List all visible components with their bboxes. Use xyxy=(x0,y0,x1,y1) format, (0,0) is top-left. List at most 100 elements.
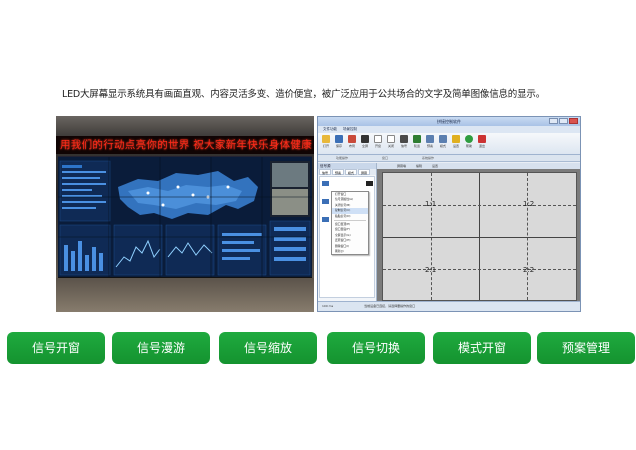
ribbon-toolbar: 打开 保存 布局 全屏 开窗 关闭 信号 轮巡 预案 模式 设置 帮助 退出 xyxy=(318,133,580,155)
window-icon xyxy=(374,135,382,143)
grid-icon xyxy=(361,135,369,143)
ribbon-groups: 功能操作 窗口 系统操作 xyxy=(318,155,580,162)
ceiling xyxy=(56,116,314,138)
ribbon-label: 退出 xyxy=(478,144,485,148)
ribbon-label: 轮巡 xyxy=(413,144,420,148)
ribbon-fullscreen-button[interactable]: 全屏 xyxy=(360,135,370,148)
close-window-icon xyxy=(387,135,395,143)
menu-item[interactable]: 文件功能 xyxy=(323,126,337,133)
grid-divider xyxy=(383,205,576,206)
pane-tab[interactable]: 模式 xyxy=(345,169,358,175)
grid-tab[interactable]: 编辑 xyxy=(416,163,422,169)
screen-wall-grid[interactable]: 1:1 1:2 2:1 2:2 xyxy=(382,172,577,301)
window-titlebar: 拼接控制软件 xyxy=(318,117,580,126)
exit-icon xyxy=(478,135,486,143)
signal-open-button[interactable]: 信号开窗 xyxy=(7,332,105,364)
control-software-window: 拼接控制软件 文件功能 场景控制 打开 保存 布局 全屏 开窗 关闭 信号 轮巡… xyxy=(317,116,581,312)
grid-tab[interactable]: 设置 xyxy=(432,163,438,169)
screen-cell-label[interactable]: 2:2 xyxy=(523,266,534,274)
status-bar: 100 ms 当前设备已连接，请选择要操作的窗口 xyxy=(318,301,580,311)
pane-tab[interactable]: 预案 xyxy=(332,169,345,175)
floor xyxy=(56,278,314,312)
menu-item[interactable]: 场景控制 xyxy=(343,126,357,133)
context-menu: 打开窗口 信号源属性(A) 关闭信号(B) 复制信号(C) 粘贴信号(D) 窗口… xyxy=(331,191,369,255)
ribbon-layout-button[interactable]: 布局 xyxy=(347,135,357,148)
screen-wall-area: 屏幕墙 编辑 设置 1:1 1:2 2:1 2:2 xyxy=(377,163,580,303)
ribbon-openwin-button[interactable]: 开窗 xyxy=(373,135,383,148)
led-wall-photo: 用我们的行动点亮你的世界 祝大家新年快乐身体健康 xyxy=(56,116,314,312)
grid-tab[interactable]: 屏幕墙 xyxy=(397,163,406,169)
signal-zoom-button[interactable]: 信号缩放 xyxy=(219,332,317,364)
grid-divider xyxy=(383,269,576,270)
ribbon-group-label: 系统操作 xyxy=(422,156,435,160)
window-controls xyxy=(549,118,578,124)
pane-tab[interactable]: 信号 xyxy=(319,169,332,175)
signal-source-icon[interactable] xyxy=(322,217,329,222)
ribbon-label: 开窗 xyxy=(374,144,381,148)
layout-icon xyxy=(348,135,356,143)
grid-divider xyxy=(383,237,576,238)
led-ticker: 用我们的行动点亮你的世界 祝大家新年快乐身体健康 xyxy=(56,136,314,154)
monitor-icon xyxy=(426,135,434,143)
ribbon-exit-button[interactable]: 退出 xyxy=(477,135,487,148)
maximize-icon[interactable] xyxy=(559,118,568,124)
ribbon-plan-button[interactable]: 预案 xyxy=(425,135,435,148)
signal-source-icon[interactable] xyxy=(322,199,329,204)
ribbon-label: 布局 xyxy=(348,144,355,148)
ribbon-label: 设置 xyxy=(452,144,459,148)
ribbon-label: 帮助 xyxy=(465,144,472,148)
menubar: 文件功能 场景控制 xyxy=(318,126,580,133)
ribbon-label: 信号 xyxy=(400,144,407,148)
feature-button-row: 信号开窗 信号漫游 信号缩放 信号切换 模式开窗 预案管理 xyxy=(0,332,636,364)
context-menu-item[interactable]: 粘贴信号(D) xyxy=(332,214,368,219)
help-icon xyxy=(465,135,473,143)
folder-icon xyxy=(322,135,330,143)
tour-icon xyxy=(413,135,421,143)
signal-tree: 打开窗口 信号源属性(A) 关闭信号(B) 复制信号(C) 粘贴信号(D) 窗口… xyxy=(319,176,375,298)
screen-cell-label[interactable]: 1:2 xyxy=(523,200,534,208)
ribbon-label: 预案 xyxy=(426,144,433,148)
ribbon-settings-button[interactable]: 设置 xyxy=(451,135,461,148)
window-title: 拼接控制软件 xyxy=(437,119,461,124)
close-icon[interactable] xyxy=(569,118,578,124)
signal-source-icon[interactable] xyxy=(366,181,373,186)
pane-tabs: 信号 预案 模式 屏幕 xyxy=(318,169,376,175)
ribbon-label: 保存 xyxy=(335,144,342,148)
signal-source-pane: 信号源 信号 预案 模式 屏幕 打开窗口 信号源属性(A) 关闭信号(B) 复制… xyxy=(318,163,377,303)
signal-switch-button[interactable]: 信号切换 xyxy=(327,332,425,364)
ribbon-close-button[interactable]: 关闭 xyxy=(386,135,396,148)
ribbon-label: 模式 xyxy=(439,144,446,148)
signal-icon xyxy=(400,135,408,143)
ribbon-tour-button[interactable]: 轮巡 xyxy=(412,135,422,148)
mode-icon xyxy=(439,135,447,143)
status-right: 当前设备已连接，请选择要操作的窗口 xyxy=(364,304,416,308)
ribbon-save-button[interactable]: 保存 xyxy=(334,135,344,148)
ribbon-help-button[interactable]: 帮助 xyxy=(464,135,474,148)
save-icon xyxy=(335,135,343,143)
status-left: 100 ms xyxy=(322,304,334,308)
screen-cell-label[interactable]: 1:1 xyxy=(425,200,436,208)
ticker-text: 用我们的行动点亮你的世界 祝大家新年快乐身体健康 xyxy=(60,139,313,151)
minimize-icon[interactable] xyxy=(549,118,558,124)
context-menu-item[interactable]: 刷新(J) xyxy=(332,249,368,254)
ribbon-label: 全屏 xyxy=(361,144,368,148)
ribbon-group-label: 窗口 xyxy=(382,156,389,160)
video-wall-graphics xyxy=(58,157,312,277)
settings-icon xyxy=(452,135,460,143)
ribbon-mode-button[interactable]: 模式 xyxy=(438,135,448,148)
mode-open-button[interactable]: 模式开窗 xyxy=(433,332,531,364)
intro-text: LED大屏幕显示系统具有画面直观、内容灵活多变、造价便宜，被广泛应用于公共场合的… xyxy=(62,89,546,100)
screen-cell-label[interactable]: 2:1 xyxy=(425,266,436,274)
signal-source-icon[interactable] xyxy=(322,181,329,186)
signal-roam-button[interactable]: 信号漫游 xyxy=(112,332,210,364)
video-wall-screen xyxy=(58,156,312,279)
grid-tabs: 屏幕墙 编辑 设置 xyxy=(377,163,580,169)
ribbon-label: 打开 xyxy=(322,144,329,148)
ribbon-group-label: 功能操作 xyxy=(336,156,349,160)
ribbon-open-button[interactable]: 打开 xyxy=(321,135,331,148)
plan-manage-button[interactable]: 预案管理 xyxy=(537,332,635,364)
ribbon-label: 关闭 xyxy=(387,144,394,148)
ribbon-signal-button[interactable]: 信号 xyxy=(399,135,409,148)
pane-tab[interactable]: 屏幕 xyxy=(358,169,371,175)
context-menu-separator xyxy=(334,219,366,221)
